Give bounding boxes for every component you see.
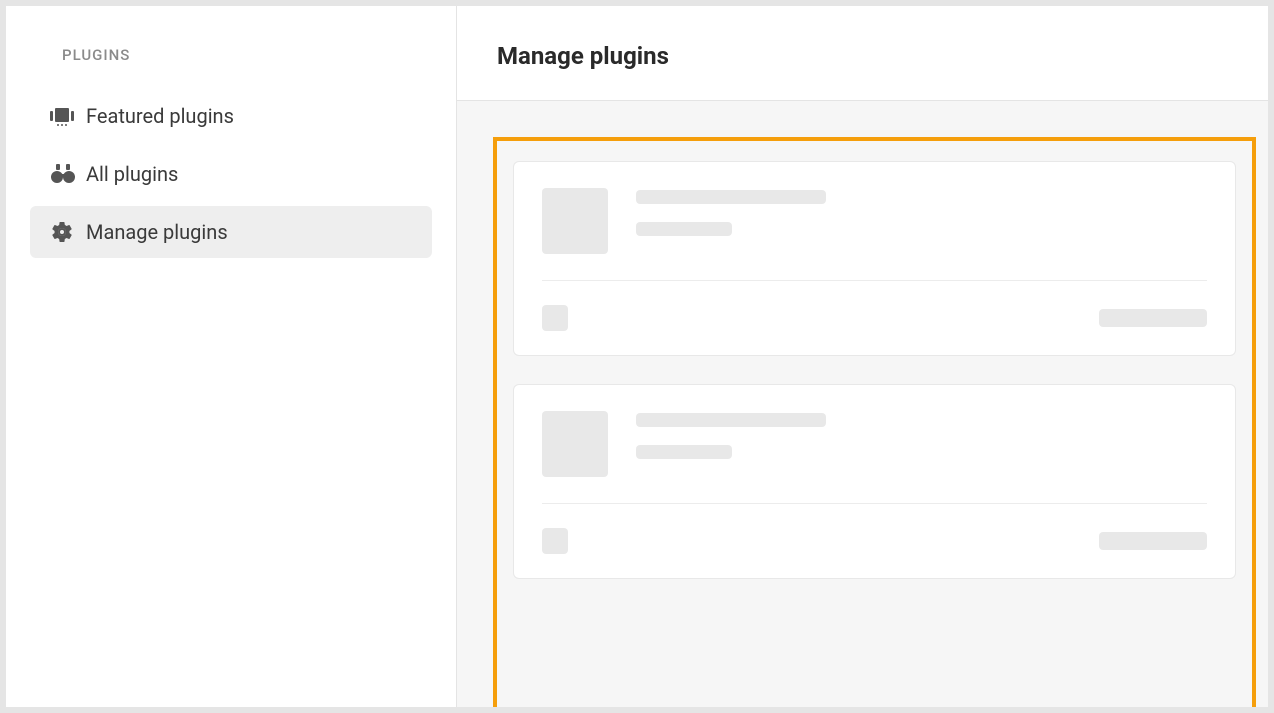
app-container: PLUGINS Featured plugins (6, 6, 1268, 707)
plugin-card-bottom (542, 528, 1207, 554)
page-title: Manage plugins (497, 42, 1228, 70)
plugin-card-bottom (542, 305, 1207, 331)
main-body (457, 101, 1268, 707)
plugin-card-top (542, 411, 1207, 504)
skeleton-icon (542, 188, 608, 254)
skeleton-line (636, 445, 732, 459)
skeleton-lines (636, 188, 826, 236)
skeleton-icon (542, 411, 608, 477)
skeleton-line (636, 190, 826, 204)
plugin-card-skeleton (513, 161, 1236, 356)
sidebar-item-manage-plugins[interactable]: Manage plugins (30, 206, 432, 258)
gear-icon (50, 220, 86, 244)
skeleton-button (1099, 309, 1207, 327)
sidebar-item-all-plugins[interactable]: All plugins (30, 148, 432, 200)
skeleton-toggle (542, 305, 568, 331)
skeleton-line (636, 413, 826, 427)
sidebar: PLUGINS Featured plugins (6, 6, 456, 707)
skeleton-button (1099, 532, 1207, 550)
sidebar-item-label: Manage plugins (86, 220, 228, 244)
main-header: Manage plugins (457, 6, 1268, 101)
main-content: Manage plugins (456, 6, 1268, 707)
featured-icon (50, 106, 86, 126)
plugin-card-top (542, 188, 1207, 281)
sidebar-item-label: All plugins (86, 162, 178, 186)
sidebar-item-featured-plugins[interactable]: Featured plugins (30, 90, 432, 142)
skeleton-lines (636, 411, 826, 459)
sidebar-heading: PLUGINS (62, 46, 432, 64)
highlight-annotation (493, 137, 1256, 707)
skeleton-toggle (542, 528, 568, 554)
sidebar-item-label: Featured plugins (86, 104, 234, 128)
skeleton-line (636, 222, 732, 236)
plugin-card-skeleton (513, 384, 1236, 579)
binoculars-icon (50, 164, 86, 184)
